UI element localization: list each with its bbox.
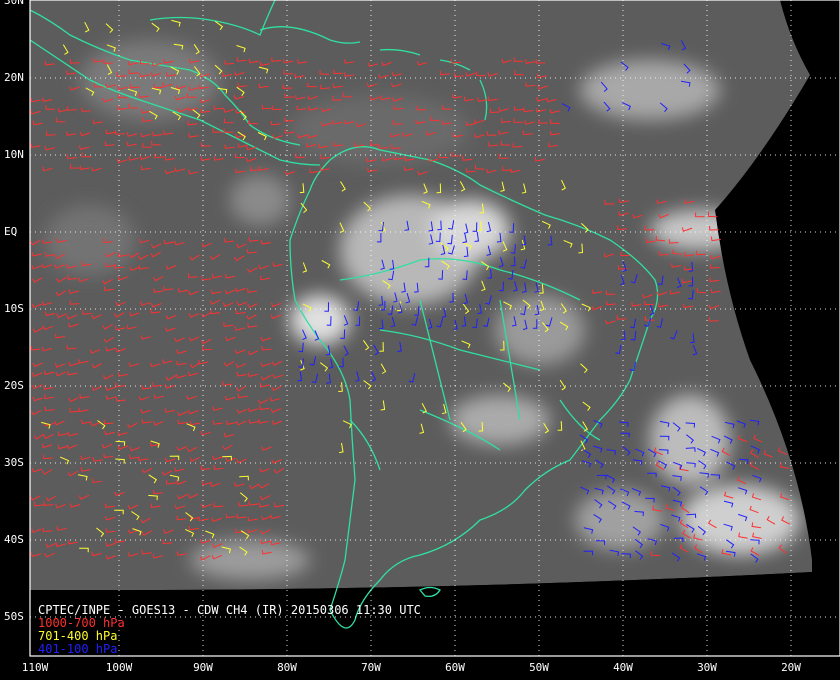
longitude-label: 80W (277, 661, 297, 674)
longitude-label: 90W (193, 661, 213, 674)
latitude-label: 20N (4, 71, 24, 84)
longitude-label: 50W (529, 661, 549, 674)
latitude-label: EQ (4, 225, 18, 238)
latitude-label: 30S (4, 456, 24, 469)
longitude-label: 110W (21, 661, 49, 674)
longitude-label: 20W (781, 661, 801, 674)
longitude-label: 70W (361, 661, 381, 674)
satellite-map (0, 0, 840, 680)
longitude-label: 60W (445, 661, 465, 674)
latitude-label: 40S (4, 533, 24, 546)
legend-high-level: 401-100 hPa (38, 642, 118, 656)
longitude-label: 100W (105, 661, 133, 674)
latitude-label: 10N (4, 148, 24, 161)
longitude-label: 30W (697, 661, 717, 674)
latitude-label: 10S (4, 302, 24, 315)
longitude-label: 40W (613, 661, 633, 674)
latitude-label: 50S (4, 610, 24, 623)
latitude-label: 20S (4, 379, 24, 392)
latitude-label: 30N (4, 0, 24, 7)
satellite-image-disk (0, 0, 840, 680)
